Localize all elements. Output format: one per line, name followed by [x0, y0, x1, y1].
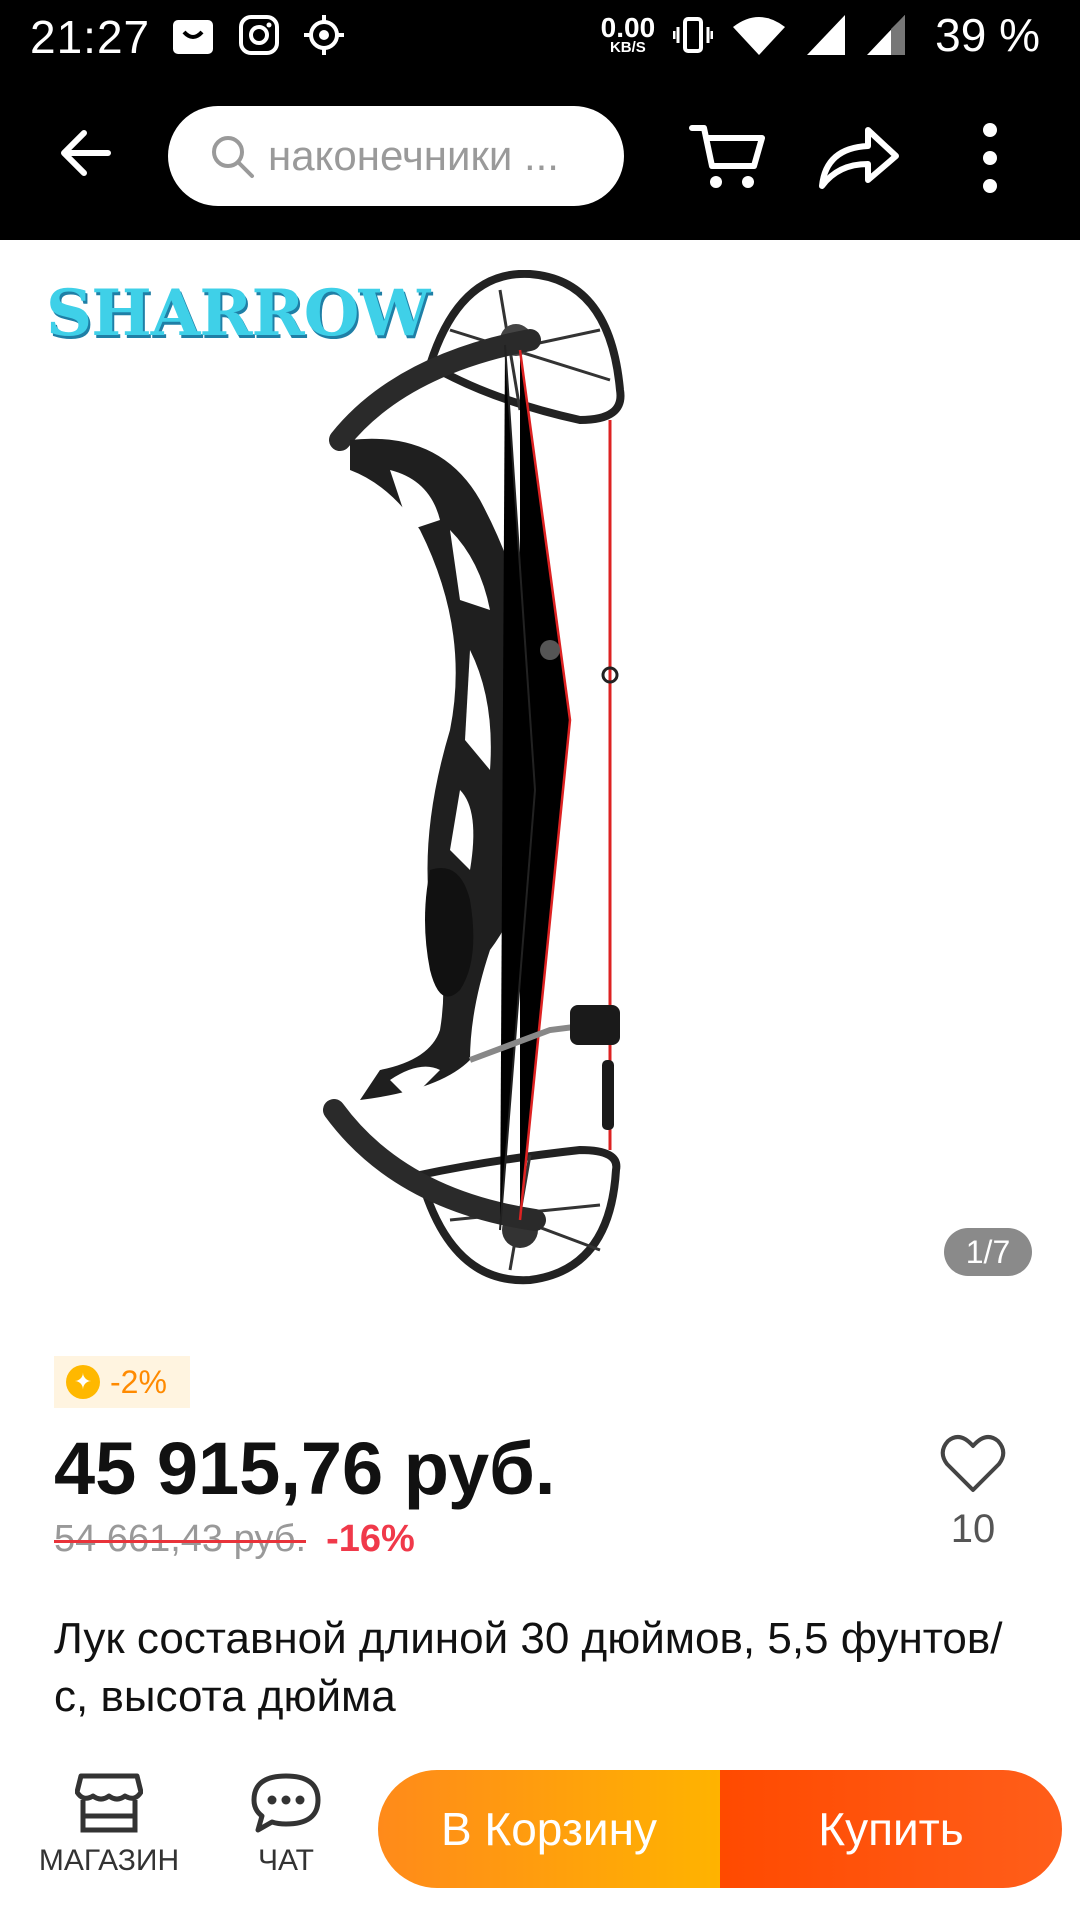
- chat-icon: [251, 1773, 321, 1833]
- cart-icon[interactable]: [688, 116, 768, 196]
- status-bar: 21:27 0.00 KB/S 39 %: [0, 0, 1080, 72]
- target-icon: [304, 15, 344, 55]
- search-query: наконечники ...: [268, 132, 559, 179]
- store-label: МАГАЗИН: [38, 1844, 180, 1877]
- net-speed-value: 0.00: [600, 11, 656, 43]
- vibrate-icon: [673, 17, 714, 53]
- battery-level: 39 %: [935, 9, 1040, 61]
- status-time: 21:27: [30, 11, 151, 63]
- system-indicators: 0.00 KB/S 39 %: [601, 8, 1040, 62]
- current-price: 45 915,76 руб.: [54, 1427, 556, 1510]
- coin-discount-text: -2%: [110, 1363, 167, 1400]
- signal-icon: [807, 15, 846, 55]
- store-button[interactable]: МАГАЗИН: [34, 1772, 184, 1878]
- net-speed-unit: KB/S: [609, 39, 646, 57]
- discount-percent: -16%: [326, 1518, 415, 1560]
- top-bar: наконечники ...: [0, 72, 1080, 240]
- signal-icon: [867, 15, 906, 55]
- chat-button[interactable]: ЧАТ: [226, 1772, 346, 1878]
- share-icon[interactable]: [816, 122, 900, 192]
- product-title: Лук составной длиной 30 дюймов, 5,5 фунт…: [54, 1614, 1003, 1721]
- gallery-page-indicator: 1/7: [944, 1228, 1032, 1276]
- heart-icon: [940, 1435, 1006, 1492]
- old-price-row: 54 661,43 руб. -16%: [54, 1518, 415, 1561]
- wishlist-button[interactable]: 10: [935, 1432, 1011, 1552]
- buy-now-button[interactable]: Купить: [720, 1770, 1062, 1888]
- back-arrow-icon[interactable]: [50, 117, 122, 189]
- shop-icon: [173, 20, 213, 54]
- wishlist-count: 10: [950, 1507, 996, 1551]
- notification-icons: [170, 12, 346, 58]
- chat-label: ЧАТ: [258, 1844, 314, 1877]
- search-input[interactable]: наконечники ...: [168, 106, 624, 206]
- product-gallery[interactable]: SHARROW 1/7: [0, 240, 1080, 1310]
- wifi-icon: [733, 17, 786, 55]
- net-speed: 0.00 KB/S: [600, 11, 656, 57]
- search-icon: [212, 136, 254, 178]
- add-to-cart-button[interactable]: В Корзину: [378, 1770, 720, 1888]
- bottom-action-bar: МАГАЗИН ЧАТ В Корзину Купить: [0, 1750, 1080, 1920]
- old-price: 54 661,43 руб.: [54, 1518, 307, 1560]
- more-vert-icon[interactable]: [960, 118, 1020, 198]
- instagram-icon: [239, 15, 279, 55]
- store-icon: [75, 1773, 143, 1833]
- compound-bow-image: [323, 270, 625, 1285]
- coin-discount-badge: ✦ -2%: [54, 1356, 190, 1408]
- coin-icon: ✦: [66, 1365, 100, 1399]
